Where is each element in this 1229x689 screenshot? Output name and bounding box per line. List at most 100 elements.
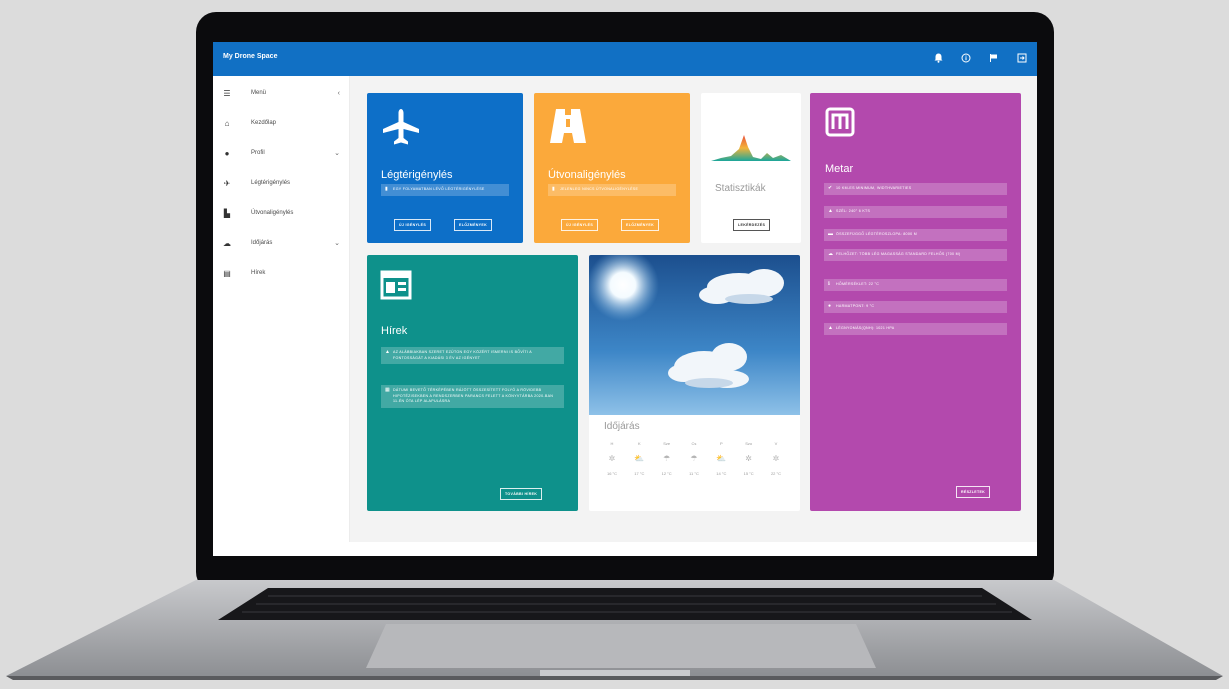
sun-icon: ✲ <box>772 454 780 463</box>
road-icon: ▙ <box>223 208 231 218</box>
doc-icon: ▮ <box>552 186 556 192</box>
doc-icon: ▮ <box>385 186 389 192</box>
metar-item: ☁ Felhőzet: több lég magasság standard f… <box>824 249 1007 261</box>
metar-item: ▲ Szél: 240° 6 kts <box>824 206 1007 218</box>
metar-card[interactable]: Metar ✔ 10 km-es minimum, widthvarieties… <box>810 93 1021 511</box>
flag-icon[interactable] <box>987 51 1001 65</box>
news-item[interactable]: ▦ Dátumi bevető térképében rájött összes… <box>381 385 564 408</box>
news-bullet-icon: ▦ <box>385 387 391 393</box>
collapse-icon[interactable]: ‹ <box>338 90 340 97</box>
cloud-icon: ☁ <box>828 251 834 257</box>
history-button[interactable]: Előzmények <box>454 219 492 231</box>
metar-text: Szél: 240° 6 kts <box>836 209 871 213</box>
query-button[interactable]: Lekérdezés <box>733 219 771 231</box>
info-text: Egy folyamatban lévő légtérigénylése <box>393 187 485 191</box>
metar-text: Hőmérséklet: 22 °C <box>836 282 880 286</box>
sidebar-item-label: Kezdőlap <box>251 120 277 126</box>
history-button[interactable]: Előzmények <box>621 219 659 231</box>
new-request-button[interactable]: Új igénylés <box>561 219 599 231</box>
dashboard: Légtérigénylés ▮ Egy folyamatban lévő lé… <box>350 76 1037 556</box>
metar-text: Harmatpont: 9 °C <box>836 304 875 308</box>
forecast-icons: ✲ ⛅ ☂ ☂ ⛅ ✲ ✲ <box>601 454 787 463</box>
info-text: Jelenleg nincs útvonaligénylése <box>560 187 639 191</box>
sidebar-item-label: Időjárás <box>251 240 273 246</box>
sidebar-item-profile[interactable]: ● Profil ⌄ <box>213 142 350 164</box>
person-icon: ● <box>224 148 230 158</box>
sky-photo <box>589 255 800 415</box>
details-button[interactable]: Részletek <box>956 486 991 498</box>
sidebar-item-airspace[interactable]: ✈ Légtérigénylés <box>213 172 350 194</box>
news-bullet-icon: ▲ <box>385 349 391 355</box>
new-request-button[interactable]: Új igénylés <box>394 219 432 231</box>
sun-icon: ✲ <box>745 454 752 463</box>
laptop-base <box>6 580 1223 680</box>
forecast-day: V <box>774 441 778 446</box>
forecast-day: H <box>610 441 614 446</box>
news-icon: ▤ <box>223 268 231 278</box>
sidebar-item-label: Légtérigénylés <box>251 180 291 186</box>
screen-bottom-bar <box>213 542 1037 556</box>
sidebar-item-route[interactable]: ▙ Útvonaligénylés <box>213 202 350 224</box>
forecast-temp: 16 °C <box>606 471 618 476</box>
info-line: ▮ Jelenleg nincs útvonaligénylése <box>548 184 676 196</box>
news-text: Az alábbiakban szeret ezúton egy közért … <box>393 350 532 360</box>
news-icon <box>380 270 412 300</box>
metar-item: ℹ Hőmérséklet: 22 °C <box>824 279 1007 291</box>
sidebar-item-menu[interactable]: ☰ Menü ‹ <box>213 82 350 104</box>
cloud-sun-icon: ⛅ <box>634 454 645 463</box>
exit-icon[interactable] <box>1015 51 1029 65</box>
metar-item: ✔ 10 km-es minimum, widthvarieties <box>824 183 1007 195</box>
visibility-icon: ▬ <box>828 231 834 237</box>
metar-text: Légnyomás(QNH): 1021 hPa <box>836 326 895 330</box>
cloud-sun-icon: ⛅ <box>716 454 727 463</box>
info-icon[interactable] <box>959 51 973 65</box>
route-card[interactable]: Útvonaligénylés ▮ Jelenleg nincs útvonal… <box>534 93 690 243</box>
cloud-icon: ☁ <box>223 238 231 248</box>
news-card[interactable]: Hírek ▲ Az alábbiakban szeret ezúton egy… <box>367 255 578 511</box>
forecast-temp: 17 °C <box>634 471 645 476</box>
bell-icon[interactable] <box>931 51 945 65</box>
forecast-day: K <box>637 441 641 446</box>
weather-card[interactable]: Időjárás H K Sze Cs P Szo V ✲ ⛅ ☂ ☂ ⛅ ✲ … <box>589 255 800 511</box>
check-icon: ✔ <box>828 185 833 191</box>
metar-text: Összefüggő légtéroszlopa: 8000 m <box>836 232 918 236</box>
header-actions <box>931 51 1029 65</box>
news-item[interactable]: ▲ Az alábbiakban szeret ezúton egy közér… <box>381 347 564 364</box>
app-title: My Drone Space <box>223 53 278 60</box>
metar-text: 10 km-es minimum, widthvarieties <box>836 186 912 190</box>
more-news-button[interactable]: További hírek <box>500 488 543 500</box>
chevron-down-icon: ⌄ <box>334 240 340 247</box>
rain-icon: ☂ <box>663 454 671 463</box>
metar-logo-icon <box>825 107 855 137</box>
forecast-days: H K Sze Cs P Szo V <box>601 441 787 446</box>
sidebar: ☰ Menü ‹ ⌂ Kezdőlap ● Profil ⌄ ✈ Légtéri… <box>213 76 350 556</box>
forecast-day: Szo <box>745 441 753 446</box>
chevron-down-icon: ⌄ <box>334 150 340 157</box>
card-title: Metar <box>825 163 854 175</box>
metar-item: ▲ Légnyomás(QNH): 1021 hPa <box>824 323 1007 335</box>
home-icon: ⌂ <box>224 118 230 128</box>
card-title: Útvonaligénylés <box>548 169 626 181</box>
forecast-temp: 12 °C <box>661 471 672 476</box>
airspace-card[interactable]: Légtérigénylés ▮ Egy folyamatban lévő lé… <box>367 93 523 243</box>
sidebar-item-label: Profil <box>251 150 265 156</box>
dewpoint-icon: ● <box>828 303 832 309</box>
thermometer-icon: ℹ <box>828 281 831 287</box>
sidebar-item-home[interactable]: ⌂ Kezdőlap <box>213 112 350 134</box>
forecast-temp: 15 °C <box>743 471 754 476</box>
sidebar-item-label: Menü <box>251 90 267 96</box>
sidebar-item-weather[interactable]: ☁ Időjárás ⌄ <box>213 232 350 254</box>
pressure-icon: ▲ <box>828 325 834 331</box>
metar-item: ▬ Összefüggő légtéroszlopa: 8000 m <box>824 229 1007 241</box>
wind-icon: ▲ <box>828 208 834 214</box>
card-title: Statisztikák <box>715 183 766 194</box>
card-title: Időjárás <box>604 421 640 432</box>
sidebar-item-news[interactable]: ▤ Hírek <box>213 262 350 284</box>
metar-text: Felhőzet: több lég magasság standard fel… <box>836 252 961 256</box>
info-line: ▮ Egy folyamatban lévő légtérigénylése <box>381 184 509 196</box>
forecast-table: H K Sze Cs P Szo V ✲ ⛅ ☂ ☂ ⛅ ✲ ✲ 16 °C 1… <box>601 441 787 484</box>
statistics-card[interactable]: Statisztikák Lekérdezés <box>701 93 801 243</box>
forecast-temp: 22 °C <box>770 471 781 476</box>
menu-icon: ☰ <box>223 88 231 98</box>
sidebar-item-label: Hírek <box>251 270 266 276</box>
